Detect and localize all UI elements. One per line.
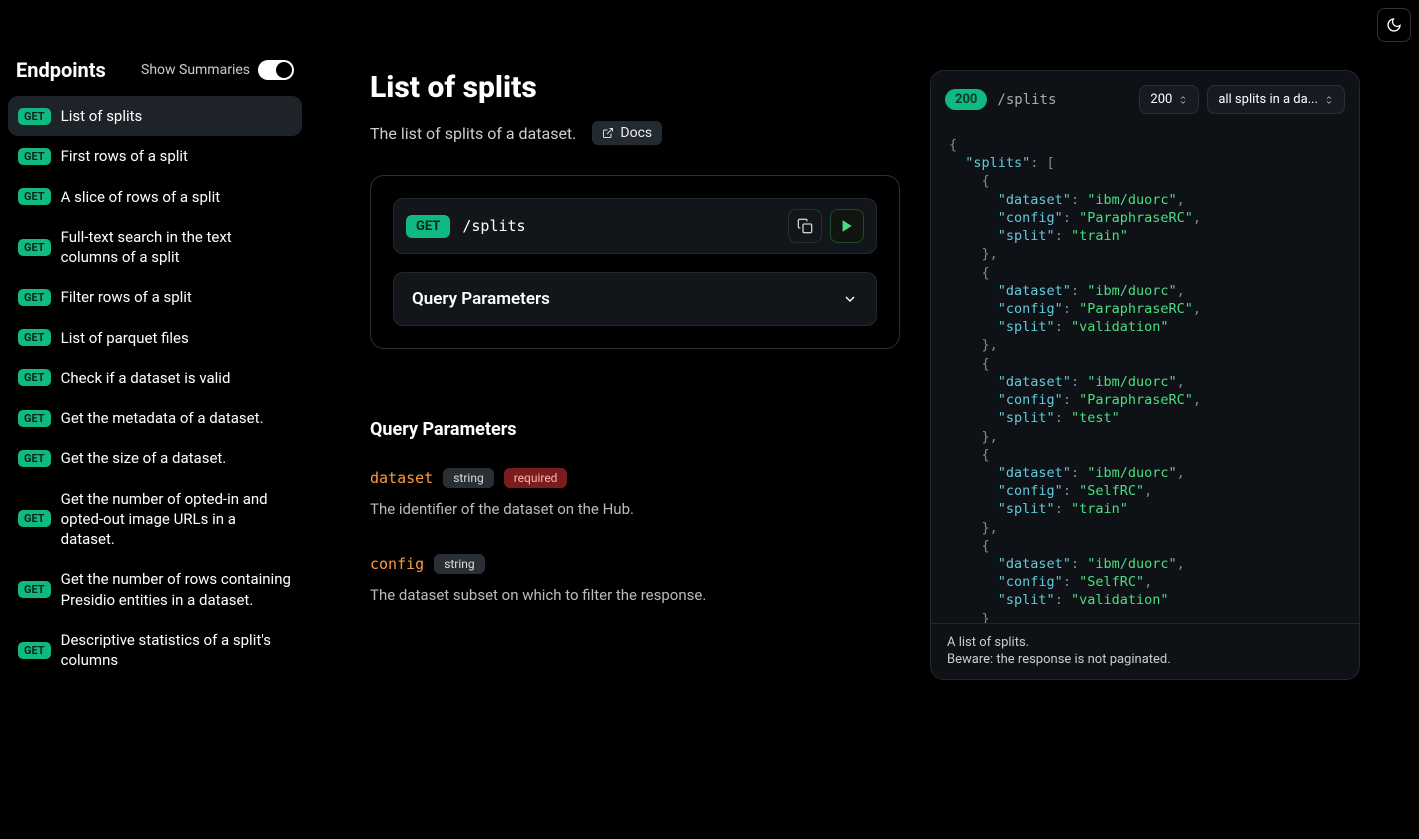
endpoint-label: Get the metadata of a dataset. — [61, 408, 264, 428]
response-footer: A list of splits. Beware: the response i… — [931, 623, 1359, 679]
endpoint-label: List of splits — [61, 106, 143, 126]
parameter-row: config string The dataset subset on which … — [370, 554, 900, 604]
sidebar-item[interactable]: GET Filter rows of a split — [8, 277, 302, 317]
method-badge: GET — [18, 410, 51, 427]
param-name: config — [370, 555, 424, 573]
response-description-selector[interactable]: all splits in a da... — [1207, 85, 1345, 114]
sidebar-item[interactable]: GET Full-text search in the text columns … — [8, 217, 302, 278]
method-badge: GET — [18, 329, 51, 346]
method-badge: GET — [406, 215, 450, 238]
response-description-value: all splits in a da... — [1218, 92, 1318, 107]
param-type: string — [443, 468, 493, 488]
sidebar-item[interactable]: GET First rows of a split — [8, 136, 302, 176]
endpoint-label: Check if a dataset is valid — [61, 368, 231, 388]
endpoint-label: Get the number of rows containing Presid… — [61, 569, 292, 610]
method-badge: GET — [18, 188, 51, 205]
endpoint-path: /splits — [462, 217, 525, 235]
sidebar: Endpoints Show Summaries GET List of spli… — [0, 0, 310, 839]
response-path: /splits — [997, 92, 1056, 108]
method-badge: GET — [18, 581, 51, 598]
method-badge: GET — [18, 239, 51, 256]
endpoint-label: Descriptive statistics of a split's colu… — [61, 630, 292, 671]
method-badge: GET — [18, 289, 51, 306]
copy-button[interactable] — [788, 209, 822, 243]
play-icon — [840, 219, 854, 233]
sidebar-item[interactable]: GET Descriptive statistics of a split's c… — [8, 620, 302, 681]
sidebar-title: Endpoints — [16, 58, 106, 82]
sidebar-item[interactable]: GET A slice of rows of a split — [8, 177, 302, 217]
response-footer-line1: A list of splits. — [947, 634, 1343, 652]
sidebar-item[interactable]: GET List of splits — [8, 96, 302, 136]
page-title: List of splits — [370, 70, 900, 105]
method-badge: GET — [18, 642, 51, 659]
method-badge: GET — [18, 148, 51, 165]
query-parameters-toggle-label: Query Parameters — [412, 289, 550, 309]
param-description: The identifier of the dataset on the Hub… — [370, 500, 900, 518]
endpoint-label: First rows of a split — [61, 146, 188, 166]
sidebar-item[interactable]: GET Get the metadata of a dataset. — [8, 398, 302, 438]
query-parameters-toggle[interactable]: Query Parameters — [393, 272, 877, 326]
endpoint-label: Get the size of a dataset. — [61, 448, 227, 468]
sidebar-item[interactable]: GET Check if a dataset is valid — [8, 358, 302, 398]
response-panel: 200 /splits 200 all splits in a da... { … — [930, 70, 1360, 680]
docs-button[interactable]: Docs — [592, 121, 662, 145]
chevron-sort-icon — [1178, 94, 1188, 106]
external-link-icon — [602, 127, 614, 139]
sidebar-item[interactable]: GET Get the number of rows containing Pre… — [8, 559, 302, 620]
method-badge: GET — [18, 108, 51, 125]
sidebar-item[interactable]: GET Get the size of a dataset. — [8, 438, 302, 478]
page-description: The list of splits of a dataset. — [370, 124, 576, 143]
param-description: The dataset subset on which to filter th… — [370, 586, 900, 604]
response-footer-line2: Beware: the response is not paginated. — [947, 651, 1343, 669]
query-parameters-heading: Query Parameters — [370, 419, 900, 440]
endpoint-bar: GET /splits — [393, 198, 877, 254]
status-selector-value: 200 — [1150, 92, 1172, 107]
param-type: string — [434, 554, 484, 574]
sidebar-item[interactable]: GET List of parquet files — [8, 318, 302, 358]
theme-toggle-button[interactable] — [1377, 8, 1411, 42]
copy-icon — [797, 218, 813, 234]
sidebar-item[interactable]: GET Get the number of opted-in and opted-… — [8, 479, 302, 560]
show-summaries-toggle[interactable] — [258, 60, 294, 80]
endpoint-label: Filter rows of a split — [61, 287, 192, 307]
method-badge: GET — [18, 510, 51, 527]
show-summaries-label: Show Summaries — [141, 62, 250, 78]
method-badge: GET — [18, 369, 51, 386]
method-badge: GET — [18, 450, 51, 467]
docs-label: Docs — [620, 125, 652, 141]
main: List of splits The list of splits of a d… — [310, 0, 1419, 839]
response-body[interactable]: { "splits": [ { "dataset": "ibm/duorc", … — [931, 128, 1359, 623]
endpoint-label: List of parquet files — [61, 328, 189, 348]
param-name: dataset — [370, 469, 433, 487]
endpoint-label: A slice of rows of a split — [61, 187, 221, 207]
endpoint-label: Full-text search in the text columns of … — [61, 227, 292, 268]
status-badge: 200 — [945, 89, 987, 110]
status-selector[interactable]: 200 — [1139, 85, 1199, 114]
moon-icon — [1386, 17, 1402, 33]
endpoint-label: Get the number of opted-in and opted-out… — [61, 489, 292, 550]
param-required: required — [504, 468, 568, 488]
request-box: GET /splits Query Parameters — [370, 175, 900, 349]
chevron-sort-icon — [1324, 94, 1334, 106]
chevron-down-icon — [842, 291, 858, 307]
run-button[interactable] — [830, 209, 864, 243]
parameter-row: dataset string required The identifier of t… — [370, 468, 900, 518]
